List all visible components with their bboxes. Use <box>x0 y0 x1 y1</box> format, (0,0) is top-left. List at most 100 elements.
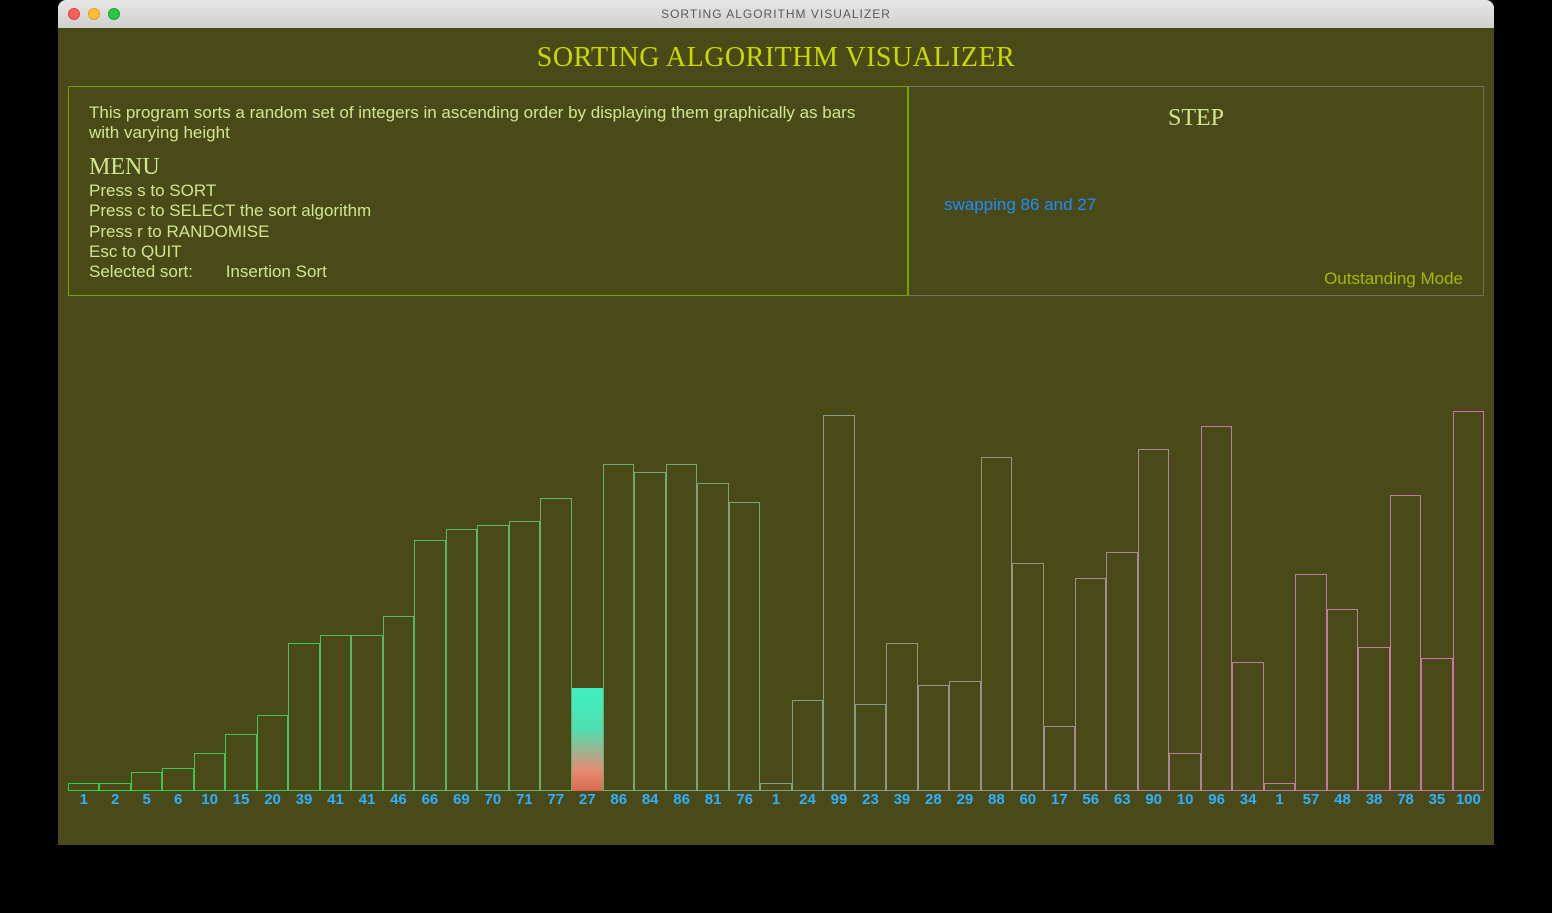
bar-label: 27 <box>572 791 603 813</box>
bar-slot <box>949 411 980 791</box>
selected-sort-value: Insertion Sort <box>226 262 327 282</box>
bar-slot <box>1232 411 1263 791</box>
bar-slot <box>792 411 823 791</box>
bar-slot <box>666 411 697 791</box>
bar <box>446 529 477 791</box>
bar <box>1327 609 1358 791</box>
bar-label: 48 <box>1327 791 1358 813</box>
description-text: This program sorts a random set of integ… <box>89 103 887 144</box>
bar <box>288 643 319 791</box>
bar <box>1138 449 1169 791</box>
bar-slot <box>225 411 256 791</box>
bar-label: 5 <box>131 791 162 813</box>
bar <box>320 635 351 791</box>
step-heading: STEP <box>909 105 1483 132</box>
bar-label: 69 <box>446 791 477 813</box>
bar <box>603 464 634 791</box>
bar-label: 6 <box>162 791 193 813</box>
bar-slot <box>288 411 319 791</box>
bar-slot <box>194 411 225 791</box>
bar-label: 63 <box>1106 791 1137 813</box>
bar <box>194 753 225 791</box>
bar <box>886 643 917 791</box>
step-panel: STEP swapping 86 and 27 Outstanding Mode <box>908 86 1484 296</box>
window-title: SORTING ALGORITHM VISUALIZER <box>58 7 1494 21</box>
bar-slot <box>446 411 477 791</box>
bar-slot <box>855 411 886 791</box>
bar-slot <box>131 411 162 791</box>
bar-slot <box>1075 411 1106 791</box>
bar-slot <box>1138 411 1169 791</box>
bar <box>823 415 854 791</box>
menu-lines: Press s to SORT Press c to SELECT the so… <box>89 181 887 283</box>
bar-label: 39 <box>288 791 319 813</box>
menu-sort: Press s to SORT <box>89 181 887 201</box>
bar-label: 90 <box>1138 791 1169 813</box>
bar-slot <box>760 411 791 791</box>
bar-slot <box>162 411 193 791</box>
bar-label: 41 <box>320 791 351 813</box>
bar-slot <box>1295 411 1326 791</box>
bar-slot <box>383 411 414 791</box>
menu-heading: MENU <box>89 154 887 181</box>
bar-label: 96 <box>1201 791 1232 813</box>
bar-label: 10 <box>1169 791 1200 813</box>
bar-label: 34 <box>1232 791 1263 813</box>
bar-label: 38 <box>1358 791 1389 813</box>
bar-slot <box>697 411 728 791</box>
bar <box>1106 552 1137 791</box>
selected-sort-label: Selected sort: <box>89 262 193 281</box>
bar <box>1169 753 1200 791</box>
app-body: SORTING ALGORITHM VISUALIZER This progra… <box>58 28 1494 845</box>
bar-label: 84 <box>634 791 665 813</box>
bar <box>1201 426 1232 791</box>
bar-label: 70 <box>477 791 508 813</box>
bar-label: 86 <box>666 791 697 813</box>
bar-slot <box>1169 411 1200 791</box>
labels-container: 1256101520394141466669707177278684868176… <box>68 791 1484 813</box>
menu-quit: Esc to QUIT <box>89 242 887 262</box>
app-window: SORTING ALGORITHM VISUALIZER SORTING ALG… <box>58 0 1494 845</box>
bar-slot <box>1201 411 1232 791</box>
bar-label: 76 <box>729 791 760 813</box>
bar-label: 20 <box>257 791 288 813</box>
bar-slot <box>540 411 571 791</box>
bar <box>729 502 760 791</box>
bar-slot <box>729 411 760 791</box>
bar <box>414 540 445 791</box>
bar-label: 71 <box>509 791 540 813</box>
bar-slot <box>886 411 917 791</box>
bar-label: 57 <box>1295 791 1326 813</box>
bar-label: 1 <box>760 791 791 813</box>
bar <box>1453 411 1484 791</box>
bar <box>1012 563 1043 791</box>
bar <box>1358 647 1389 791</box>
bar-slot <box>1106 411 1137 791</box>
menu-selected: Selected sort: Insertion Sort <box>89 262 887 282</box>
bar <box>855 704 886 791</box>
bar-label: 86 <box>603 791 634 813</box>
bar <box>131 772 162 791</box>
bar-slot <box>1390 411 1421 791</box>
bar-label: 39 <box>886 791 917 813</box>
bar-label: 60 <box>1012 791 1043 813</box>
bar <box>981 457 1012 791</box>
bar-label: 77 <box>540 791 571 813</box>
bar-slot <box>1327 411 1358 791</box>
menu-randomise: Press r to RANDOMISE <box>89 222 887 242</box>
bar-label: 99 <box>823 791 854 813</box>
bar-slot <box>572 411 603 791</box>
bar <box>1232 662 1263 791</box>
mode-label: Outstanding Mode <box>1324 269 1463 289</box>
bar <box>257 715 288 791</box>
bar-slot <box>1453 411 1484 791</box>
bar <box>949 681 980 791</box>
info-panels: This program sorts a random set of integ… <box>68 86 1484 296</box>
bar-slot <box>320 411 351 791</box>
bar-label: 29 <box>949 791 980 813</box>
bar-label: 88 <box>981 791 1012 813</box>
bar-label: 56 <box>1075 791 1106 813</box>
bar <box>697 483 728 791</box>
menu-select: Press c to SELECT the sort algorithm <box>89 201 887 221</box>
bar <box>351 635 382 791</box>
